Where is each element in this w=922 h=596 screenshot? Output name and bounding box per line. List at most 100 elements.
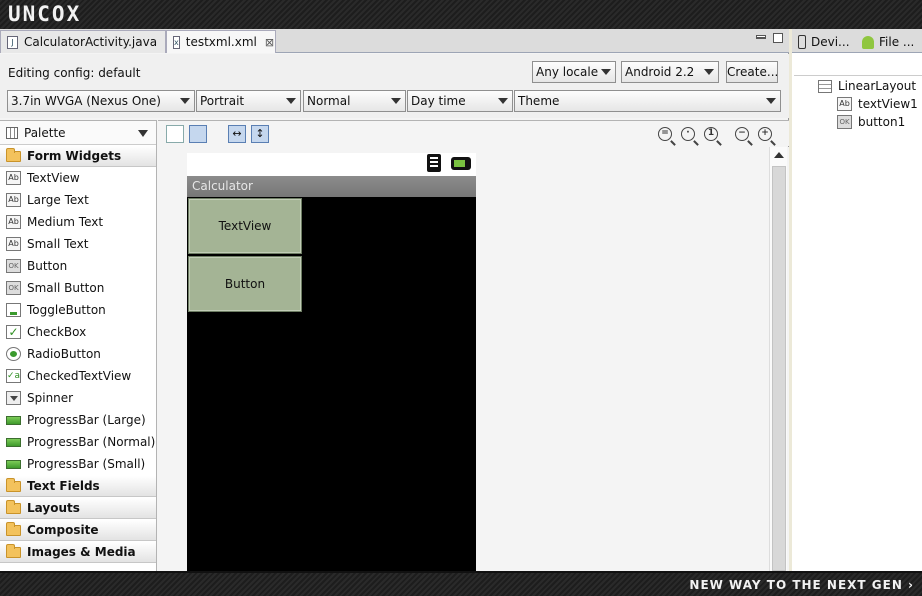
outline-node-textview1[interactable]: Ab textView1 [837,97,918,111]
tab-label: testxml.xml [185,35,257,49]
palette-header[interactable]: Palette [0,121,156,145]
zoom-emulate-icon[interactable]: = [658,127,672,141]
item-label: Medium Text [27,215,104,229]
item-label: ProgressBar (Small) [27,457,146,471]
linear-layout-icon [818,79,832,93]
folder-icon [6,477,21,492]
create-config-button[interactable]: Create... [726,61,778,83]
outline-tab-strip: Devi... File ... [792,29,922,53]
chevron-down-icon [766,98,776,104]
battery-icon [451,157,471,170]
text-widget-icon: Ab [6,171,21,185]
zoom-out-icon[interactable]: − [735,127,749,141]
text-widget-icon: Ab [6,237,21,251]
palette-item-checkedtextview[interactable]: ✓a CheckedTextView [0,365,156,387]
category-form-widgets[interactable]: Form Widgets [0,145,156,167]
category-images-media[interactable]: Images & Media [0,541,156,563]
layout-vertical-icon[interactable] [189,125,207,143]
palette-item-progressbar-large[interactable]: ProgressBar (Large) [0,409,156,431]
palette-item-small-text[interactable]: Ab Small Text [0,233,156,255]
category-label: Form Widgets [27,149,122,163]
dock-value: Normal [307,94,351,108]
text-widget-icon: Ab [6,215,21,229]
category-layouts[interactable]: Layouts [0,497,156,519]
dock-mode-select[interactable]: Normal [303,90,406,112]
item-label: Spinner [27,391,74,405]
palette-item-togglebutton[interactable]: ToggleButton [0,299,156,321]
item-label: TextView [27,171,80,185]
editing-config-label: Editing config: default [8,66,141,80]
fill-width-icon[interactable]: ↔ [228,125,246,143]
theme-value: Theme [518,94,560,108]
folder-icon [6,147,21,162]
signal-icon [427,154,441,172]
minimize-icon[interactable] [756,35,766,39]
scroll-thumb[interactable] [772,166,786,571]
item-label: ToggleButton [27,303,106,317]
palette-panel: Palette Form Widgets Ab TextView Ab Large … [0,120,157,571]
chevron-down-icon [391,98,401,104]
design-canvas: Calculator TextView Button [158,147,789,571]
canvas-scrollbar[interactable] [769,147,787,571]
palette-item-progressbar-normal[interactable]: ProgressBar (Normal) [0,431,156,453]
fill-height-icon[interactable]: ↕ [251,125,269,143]
tab-devices[interactable]: Devi... [798,31,856,53]
locale-select[interactable]: Any locale [532,61,616,83]
canvas-toolbar: ↔ ↕ = · 1 − + [158,120,789,146]
tab-file-explorer[interactable]: File ... [862,31,922,53]
editor-tab-strip: J CalculatorActivity.java x testxml.xml … [0,29,789,53]
scroll-up-icon[interactable] [774,152,784,158]
progressbar-widget-icon [6,415,21,425]
zoom-actual-icon[interactable]: 1 [704,127,718,141]
palette-item-spinner[interactable]: Spinner [0,387,156,409]
android-icon [862,35,874,49]
text-widget-icon: Ab [6,193,21,207]
palette-item-checkbox[interactable]: ✓ CheckBox [0,321,156,343]
item-label: RadioButton [27,347,101,361]
category-label: Composite [27,523,99,537]
category-text-fields[interactable]: Text Fields [0,475,156,497]
item-label: ProgressBar (Large) [27,413,146,427]
api-level-select[interactable]: Android 2.2 [621,61,719,83]
category-composite[interactable]: Composite [0,519,156,541]
outline-node-button1[interactable]: OK button1 [837,115,905,129]
night-mode-select[interactable]: Day time [407,90,513,112]
layout-horizontal-icon[interactable] [166,125,184,143]
palette-icon [6,126,18,139]
item-label: Small Button [27,281,105,295]
api-value: Android 2.2 [625,65,695,79]
textview-widget[interactable]: TextView [188,198,302,254]
category-label: Text Fields [27,479,100,493]
close-icon[interactable]: ⊠ [265,36,274,49]
palette-item-small-button[interactable]: OK Small Button [0,277,156,299]
palette-item-radiobutton[interactable]: RadioButton [0,343,156,365]
device-select[interactable]: 3.7in WVGA (Nexus One) [7,90,195,112]
zoom-fit-icon[interactable]: · [681,127,695,141]
checkbox-widget-icon: ✓ [6,325,21,339]
device-value: 3.7in WVGA (Nexus One) [11,94,161,108]
palette-item-medium-text[interactable]: Ab Medium Text [0,211,156,233]
maximize-icon[interactable] [773,33,783,43]
java-file-icon: J [7,35,18,49]
tab-label: CalculatorActivity.java [24,35,158,49]
orientation-select[interactable]: Portrait [196,90,301,112]
tab-testxml[interactable]: x testxml.xml ⊠ [166,30,276,53]
device-screen[interactable]: TextView Button [187,197,476,571]
folder-icon [6,543,21,558]
phone-icon [798,35,806,49]
zoom-in-icon[interactable]: + [758,127,772,141]
palette-item-textview[interactable]: Ab TextView [0,167,156,189]
item-label: Small Text [27,237,89,251]
chevron-down-icon[interactable] [138,130,148,137]
item-label: CheckedTextView [27,369,132,383]
category-label: Images & Media [27,545,136,559]
button-widget-icon: OK [837,115,852,129]
palette-item-large-text[interactable]: Ab Large Text [0,189,156,211]
palette-item-progressbar-small[interactable]: ProgressBar (Small) [0,453,156,475]
tab-calculator-activity[interactable]: J CalculatorActivity.java [0,30,166,53]
theme-select[interactable]: Theme [514,90,781,112]
palette-item-button[interactable]: OK Button [0,255,156,277]
outline-node-linearlayout[interactable]: LinearLayout [818,79,916,93]
checked-text-widget-icon: ✓a [6,369,21,383]
button-widget[interactable]: Button [188,256,302,312]
